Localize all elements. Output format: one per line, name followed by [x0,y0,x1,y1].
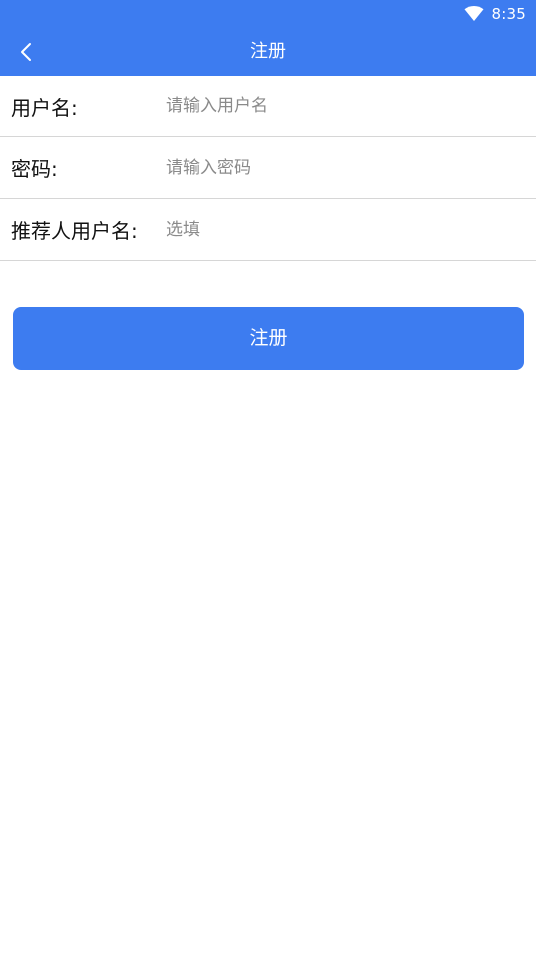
back-button[interactable] [10,36,42,68]
referrer-row: 推荐人用户名: [0,199,536,261]
status-time: 8:35 [491,5,526,23]
status-icons: 8:35 [464,4,526,24]
chevron-left-icon [21,43,31,61]
referrer-username-input[interactable] [166,213,524,246]
password-row: 密码: [0,137,536,199]
username-input[interactable] [166,90,524,122]
register-form: 用户名: 密码: 推荐人用户名: [0,76,536,261]
password-label: 密码: [11,157,58,181]
password-input[interactable] [166,151,524,184]
title-bar: 注册 [0,28,536,76]
wifi-icon [464,6,484,21]
status-bar: 8:35 [0,0,536,28]
referrer-username-label: 推荐人用户名: [11,219,138,243]
page-title: 注册 [250,41,286,62]
username-label: 用户名: [11,95,78,120]
username-row: 用户名: [0,76,536,137]
register-button[interactable]: 注册 [13,307,524,370]
